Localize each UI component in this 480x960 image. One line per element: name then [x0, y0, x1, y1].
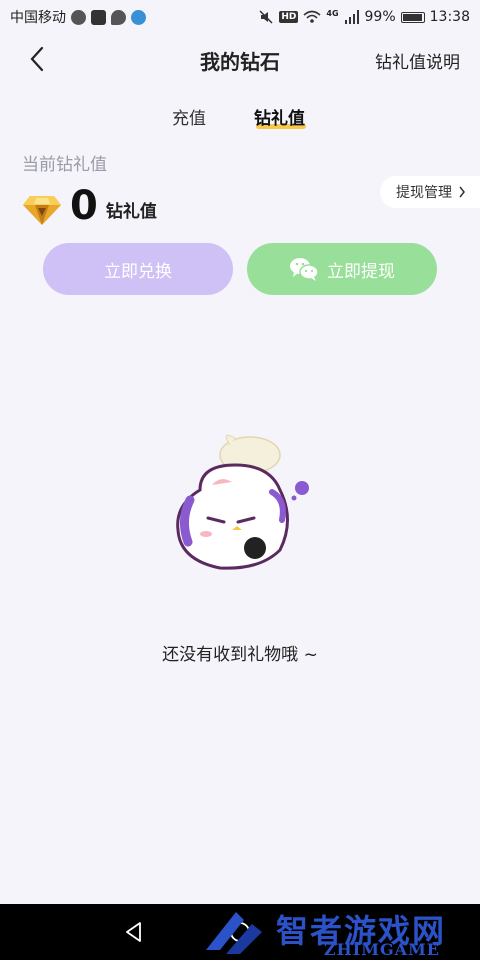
sleepy-mascot-illustration — [176, 434, 309, 570]
empty-state-message: 还没有收到礼物哦 ~ — [162, 645, 318, 665]
status-right: HD 4G 99% 13:38 — [258, 9, 470, 25]
message-icon — [111, 9, 126, 25]
balance-label: 当前钻礼值 — [22, 155, 107, 175]
diamond-icon — [23, 196, 61, 225]
withdraw-button[interactable]: 立即提现 — [247, 243, 437, 295]
battery-percent: 99% — [364, 9, 396, 25]
header: 我的钻石 钻礼值说明 — [0, 34, 480, 84]
balance-unit: 钻礼值 — [105, 202, 157, 222]
hd-badge: HD — [279, 11, 299, 23]
watermark-subtitle: ZHIMGAME — [324, 940, 440, 959]
withdraw-button-label: 立即提现 — [327, 261, 395, 282]
withdraw-management-link[interactable]: 提现管理 — [380, 176, 480, 208]
wechat-icon — [290, 258, 319, 281]
tab-diamond-value[interactable]: 钻礼值 — [254, 104, 305, 129]
status-bar: 中国移动 HD 4G 99% 13:38 — [0, 0, 480, 34]
network-type: 4G — [326, 9, 339, 18]
signal-icon — [344, 10, 359, 24]
watermark-logo — [206, 912, 262, 954]
tab-recharge[interactable]: 充值 — [172, 104, 206, 129]
wechat-notification-icon — [71, 9, 86, 25]
tab-bar: 充值 钻礼值 — [0, 104, 480, 134]
diamond-value-help-link[interactable]: 钻礼值说明 — [375, 48, 460, 73]
exchange-button-label: 立即兑换 — [104, 261, 172, 282]
withdraw-management-label: 提现管理 — [396, 185, 452, 201]
system-back-icon[interactable] — [122, 920, 146, 944]
chevron-right-icon — [459, 186, 465, 198]
system-navigation-bar: 智者游戏网 ZHIMGAME — [0, 904, 480, 960]
mute-icon — [259, 10, 273, 24]
wifi-icon — [303, 10, 321, 23]
app-notification-icon — [131, 9, 146, 25]
exchange-button[interactable]: 立即兑换 — [43, 243, 233, 295]
battery-icon — [400, 11, 425, 23]
clock: 13:38 — [429, 9, 470, 25]
status-left: 中国移动 — [10, 7, 146, 27]
video-app-icon — [91, 9, 106, 25]
balance-row: 0 钻礼值 — [22, 186, 157, 226]
balance-amount: 0 — [70, 183, 98, 229]
carrier-name: 中国移动 — [10, 10, 66, 26]
